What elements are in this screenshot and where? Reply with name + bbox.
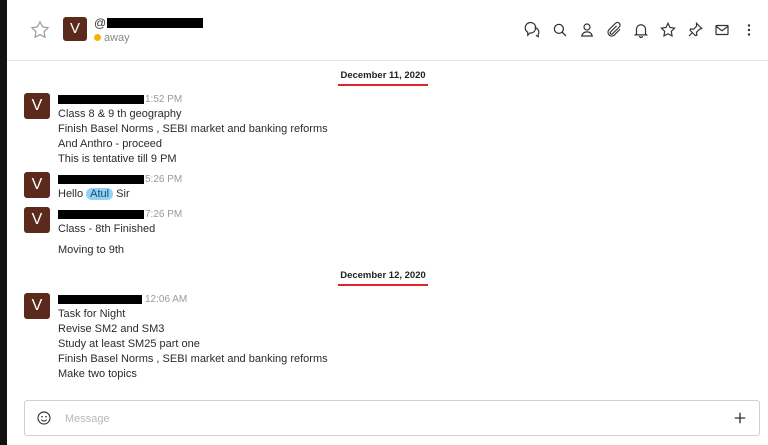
message-line: Hello Atul Sir [58,188,130,200]
redacted-sender-name [58,175,144,184]
day-divider-underline [338,284,428,286]
message-avatar[interactable]: V [24,293,50,319]
redacted-username [107,18,203,28]
message-line: Class 8 & 9 th geography [58,108,182,120]
message-avatar[interactable]: V [24,172,50,198]
message-line: Class - 8th Finished [58,223,156,235]
plus-icon[interactable] [731,409,749,427]
thread-icon[interactable] [524,21,542,39]
message-line: Make two topics [58,368,137,380]
message-avatar[interactable]: V [24,93,50,119]
redacted-sender-name [58,295,142,304]
day-divider: December 11, 2020 [338,70,428,86]
user-status: away [94,32,130,44]
message-line: This is tentative till 9 PM [58,153,177,165]
message-line: Finish Basel Norms , SEBI market and ban… [58,123,328,135]
search-icon[interactable] [551,21,569,39]
redacted-sender-name [58,95,144,104]
message-line: Task for Night [58,308,126,320]
kebab-menu-icon[interactable] [740,21,758,39]
room-header: V @ away [7,0,768,61]
message-line: Revise SM2 and SM3 [58,323,165,335]
day-divider: December 12, 2020 [338,270,428,286]
star-icon[interactable] [659,21,677,39]
mail-icon[interactable] [713,21,731,39]
message-line: Study at least SM25 part one [58,338,200,350]
attachment-icon[interactable] [605,21,623,39]
message-avatar[interactable]: V [24,207,50,233]
day-divider-label: December 11, 2020 [340,70,426,81]
window-left-edge [0,0,7,445]
day-divider-label: December 12, 2020 [340,270,426,281]
message-input[interactable] [63,409,707,429]
header-toolbar [524,21,758,39]
pinned-icon[interactable] [686,21,704,39]
message-text: Hello [58,188,84,200]
message-time: 5:26 PM [145,174,183,185]
username-prefix: @ [94,16,107,30]
message-time: 7:26 PM [145,209,183,220]
emoji-icon[interactable] [36,410,52,426]
notification-bell-icon[interactable] [632,21,650,39]
day-divider-underline [338,84,428,86]
status-dot [94,34,101,41]
user-mention[interactable]: Atul [86,188,114,200]
message-text: Sir [116,188,130,200]
message-composer [24,400,760,436]
message-time: 12:06 AM [145,294,188,305]
message-line: Finish Basel Norms , SEBI market and ban… [58,353,328,365]
favorite-star-icon[interactable] [29,19,51,41]
user-info-icon[interactable] [578,21,596,39]
message-line: And Anthro - proceed [58,138,162,150]
status-text: away [104,32,130,44]
header-avatar[interactable]: V [63,17,87,41]
message-time: 1:52 PM [145,94,183,105]
message-line: Moving to 9th [58,244,125,256]
redacted-sender-name [58,210,144,219]
